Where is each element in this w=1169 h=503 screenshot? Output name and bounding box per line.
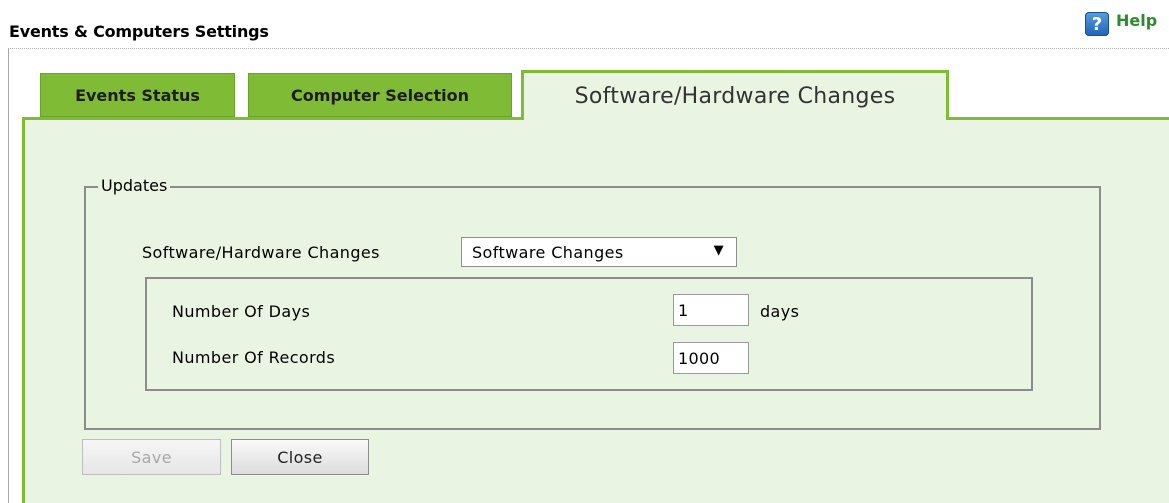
- updates-legend: Updates: [98, 176, 171, 195]
- help-link[interactable]: ? Help: [1085, 11, 1157, 36]
- days-unit-label: days: [760, 302, 800, 321]
- help-label[interactable]: Help: [1116, 11, 1157, 30]
- page-title: Events & Computers Settings: [9, 22, 269, 41]
- tab-events-status[interactable]: Events Status: [40, 73, 235, 117]
- change-type-value: Software Changes: [472, 242, 624, 262]
- tab-software-hardware-changes[interactable]: Software/Hardware Changes: [521, 70, 949, 120]
- change-type-label: Software/Hardware Changes: [142, 243, 380, 262]
- records-label: Number Of Records: [172, 348, 336, 367]
- records-input[interactable]: 1000: [673, 342, 749, 374]
- tab-computer-selection[interactable]: Computer Selection: [248, 73, 512, 117]
- content-left-border: [8, 49, 9, 503]
- title-divider: [8, 48, 1169, 49]
- dropdown-arrow-icon[interactable]: ▼: [714, 243, 724, 258]
- limits-box: [145, 277, 1033, 391]
- save-button[interactable]: Save: [82, 439, 221, 475]
- close-button[interactable]: Close: [231, 439, 369, 475]
- help-icon[interactable]: ?: [1085, 12, 1109, 36]
- change-type-select[interactable]: Software Changes ▼: [461, 237, 737, 267]
- days-label: Number Of Days: [172, 302, 311, 321]
- days-input[interactable]: 1: [673, 294, 749, 326]
